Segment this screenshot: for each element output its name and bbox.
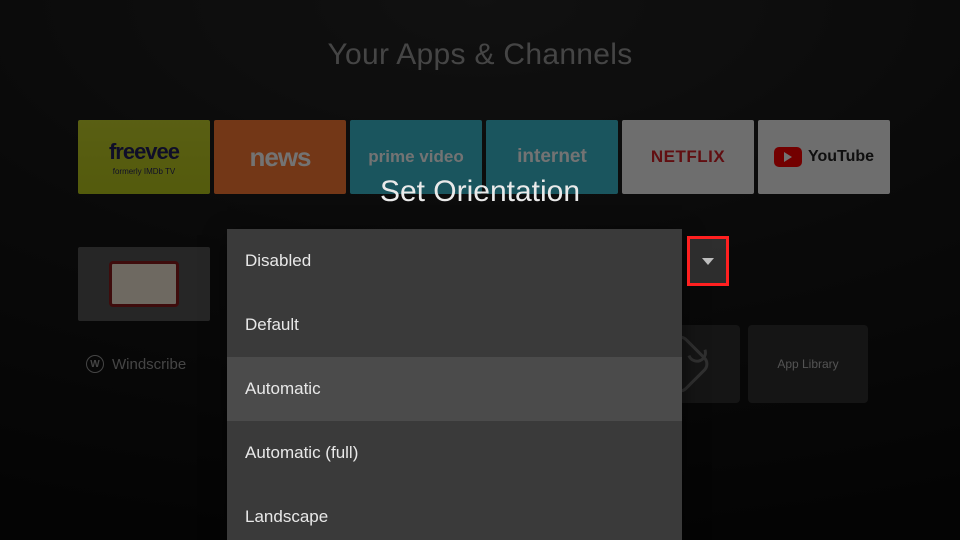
dialog-title: Set Orientation <box>0 175 960 209</box>
option-label: Default <box>245 315 299 335</box>
option-disabled[interactable]: Disabled <box>227 229 682 293</box>
option-label: Disabled <box>245 251 311 271</box>
option-label: Automatic (full) <box>245 443 358 463</box>
option-default[interactable]: Default <box>227 293 682 357</box>
orientation-dropdown[interactable]: Disabled Default Automatic Automatic (fu… <box>227 229 682 540</box>
option-automatic[interactable]: Automatic <box>227 357 682 421</box>
option-label: Automatic <box>245 379 321 399</box>
option-automatic-full[interactable]: Automatic (full) <box>227 421 682 485</box>
option-label: Landscape <box>245 507 328 527</box>
option-landscape[interactable]: Landscape <box>227 485 682 540</box>
caret-down-icon <box>702 258 714 265</box>
dropdown-caret-button[interactable] <box>687 236 729 286</box>
